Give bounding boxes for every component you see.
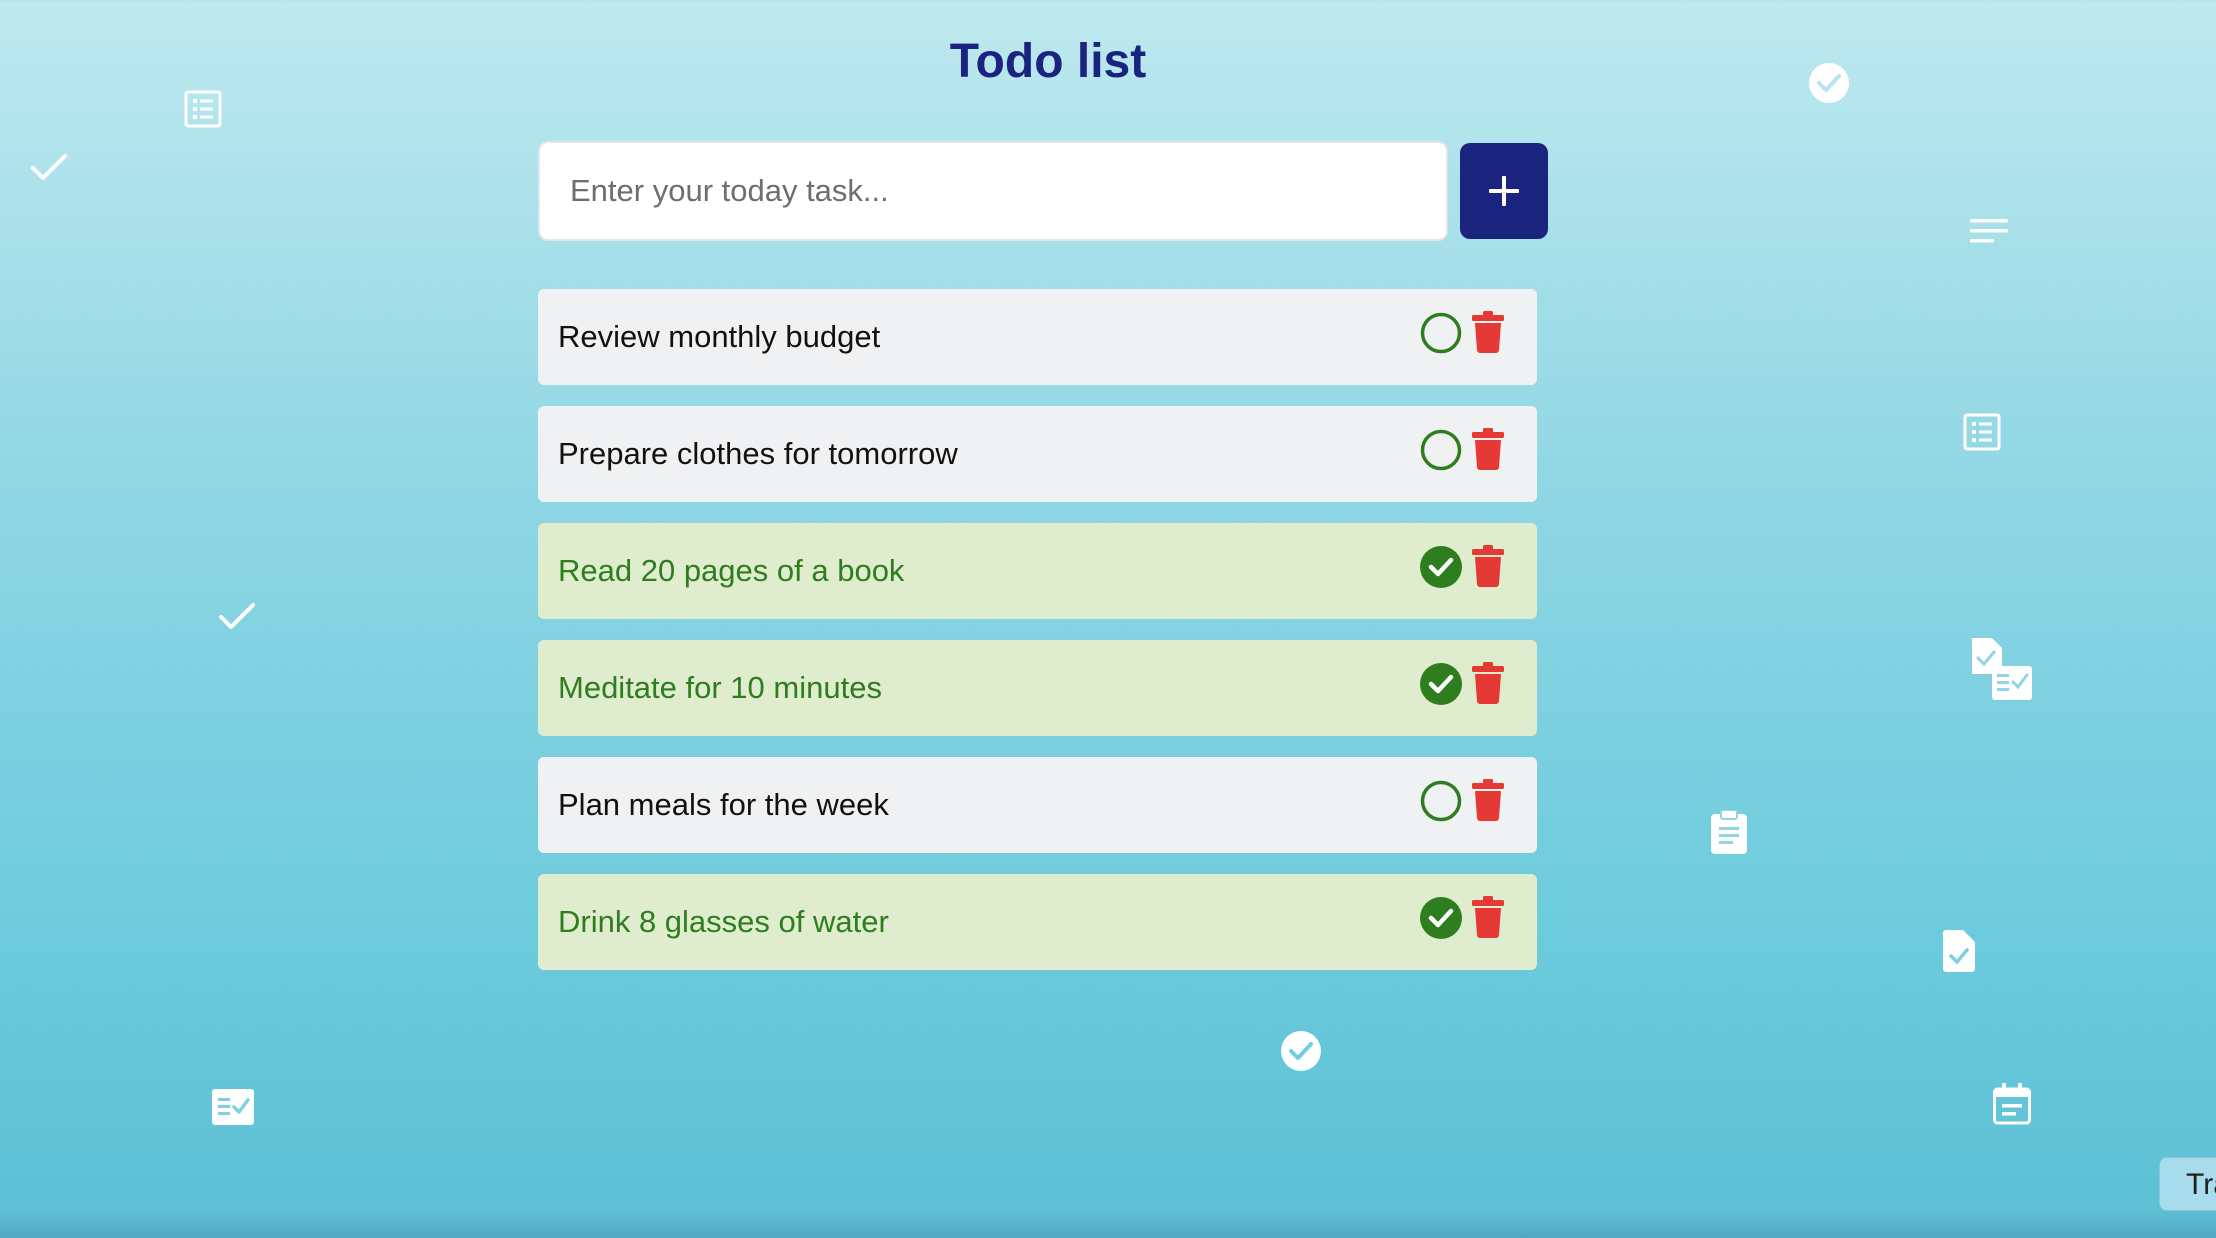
trash-icon — [1472, 311, 1504, 353]
task-item: Review monthly budget — [538, 289, 1537, 385]
task-list: Review monthly budget Prepare clothes fo… — [538, 289, 1537, 991]
toggle-complete-button[interactable] — [1420, 780, 1462, 822]
delete-task-button[interactable] — [1472, 779, 1504, 821]
app-background: Todo list Review monthly budget Prepare … — [0, 0, 2216, 1238]
task-item: Plan meals for the week — [538, 757, 1537, 853]
circle-icon — [1420, 312, 1462, 354]
trash-icon — [1472, 545, 1504, 587]
task-item: Prepare clothes for tomorrow — [538, 406, 1537, 502]
task-item: Drink 8 glasses of water — [538, 874, 1537, 970]
delete-task-button[interactable] — [1472, 428, 1504, 470]
check-circle-icon — [1420, 663, 1462, 705]
lines-icon — [1970, 219, 2008, 243]
delete-task-button[interactable] — [1472, 662, 1504, 704]
trash-icon — [1472, 896, 1504, 938]
check-circle-icon — [1420, 546, 1462, 588]
new-task-form — [538, 141, 1548, 241]
task-item: Read 20 pages of a book — [538, 523, 1537, 619]
checkmark-icon — [219, 603, 255, 629]
calendar-icon — [1993, 1083, 2031, 1125]
plus-icon — [1489, 176, 1519, 206]
tasks-icon — [1972, 638, 2032, 700]
page-title: Todo list — [949, 35, 1147, 88]
delete-task-button[interactable] — [1472, 896, 1504, 938]
trash-icon — [1472, 779, 1504, 821]
delete-task-button[interactable] — [1472, 545, 1504, 587]
delete-task-button[interactable] — [1472, 311, 1504, 353]
task-input[interactable] — [538, 141, 1448, 241]
check-circle-icon — [1281, 1031, 1321, 1071]
translate-tab[interactable]: Tra — [2159, 1157, 2216, 1211]
toggle-complete-button[interactable] — [1420, 546, 1462, 588]
toggle-complete-button[interactable] — [1420, 663, 1462, 705]
circle-icon — [1420, 429, 1462, 471]
task-text: Plan meals for the week — [558, 787, 889, 822]
trash-icon — [1472, 428, 1504, 470]
bottom-shadow — [0, 1210, 2216, 1238]
trash-icon — [1472, 662, 1504, 704]
toggle-complete-button[interactable] — [1420, 312, 1462, 354]
task-text: Read 20 pages of a book — [558, 553, 905, 588]
clipboard-icon — [1711, 810, 1747, 854]
checklist-icon — [212, 1089, 254, 1125]
translate-tab-label: Tra — [2186, 1168, 2216, 1201]
task-text: Review monthly budget — [558, 319, 881, 354]
toggle-complete-button[interactable] — [1420, 429, 1462, 471]
task-text: Meditate for 10 minutes — [558, 670, 882, 705]
add-task-button[interactable] — [1460, 143, 1548, 239]
list-icon — [1963, 413, 2001, 451]
task-text: Prepare clothes for tomorrow — [558, 436, 958, 471]
file-check-icon — [1943, 930, 1975, 972]
check-circle-icon — [1420, 897, 1462, 939]
checkmark-icon — [31, 154, 67, 180]
toggle-complete-button[interactable] — [1420, 897, 1462, 939]
list-icon — [184, 90, 222, 128]
circle-icon — [1420, 780, 1462, 822]
task-item: Meditate for 10 minutes — [538, 640, 1537, 736]
task-text: Drink 8 glasses of water — [558, 904, 889, 939]
